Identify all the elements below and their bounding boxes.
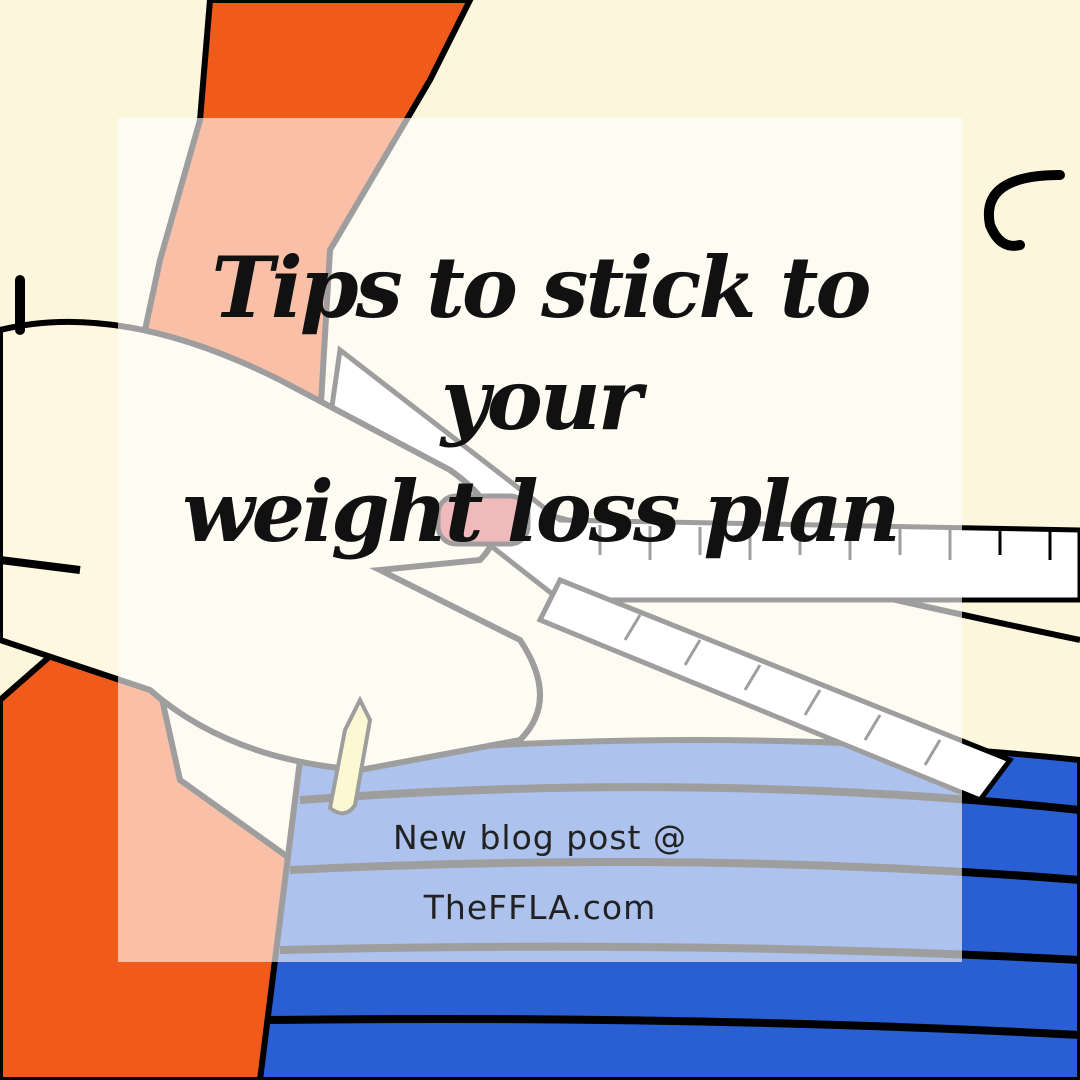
post-headline: Tips to stick to your weight loss plan — [118, 232, 962, 568]
blog-post-announcement: New blog post @ — [393, 818, 687, 857]
website-url: TheFFLA.com — [423, 888, 657, 927]
headline-line-2: weight loss plan — [182, 462, 900, 561]
headline-line-1: Tips to stick to your — [211, 238, 871, 449]
post-canvas: Tips to stick to your weight loss plan N… — [0, 0, 1080, 1080]
